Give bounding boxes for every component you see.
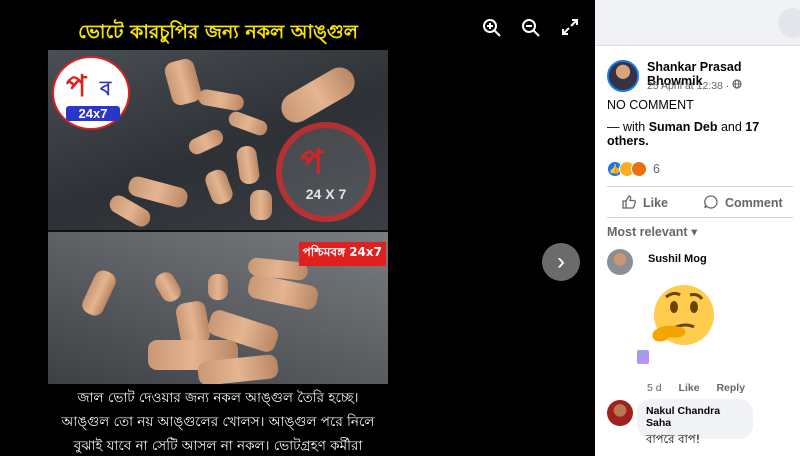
finger-shape [246,272,320,312]
channel-badge: পশ্চিমবঙ্গ 24x7 [298,242,386,266]
with-and: and [720,120,742,134]
finger-shape [196,88,246,112]
globe-icon [732,79,742,92]
finger-shape [208,274,228,300]
next-photo-button[interactable]: › [542,243,580,281]
menu-button[interactable] [778,8,800,38]
post-text: NO COMMENT [607,98,694,112]
comment-label: Comment [725,196,783,210]
hand-shape [275,62,361,128]
finger-shape [235,144,261,186]
comment-sort-dropdown[interactable]: Most relevant ▾ [607,224,697,239]
sort-label: Most relevant [607,225,688,239]
sticker-badge-icon [637,350,649,364]
photo-title-text: ভোটে কারচুপির জন্য নকল আঙ্গুল [48,14,388,50]
like-label: Like [643,196,669,210]
panel-top-bar [595,0,800,46]
avatar[interactable] [607,400,633,426]
logo-text: 24x7 [66,106,120,121]
caption-line: জাল ভোট দেওয়ার জন্য নকল আঙ্গুল তৈরি হচ্… [77,390,359,406]
comment-like-button[interactable]: Like [679,382,700,394]
thinking-face-sticker [640,279,720,359]
watermark-letter: প [300,143,324,181]
post-date-text: 25 April at 12:38 [647,80,723,92]
comment-time[interactable]: 5 d [647,382,662,394]
divider [607,186,793,187]
caption-line: আঙ্গুল তো নয় আঙ্গুলের খোলস। আঙ্গুল পরে … [61,414,375,430]
comment-author[interactable]: Sushil Mog [648,253,707,265]
reaction-summary[interactable]: 👍 6 [607,160,660,178]
avatar[interactable] [607,60,639,92]
zoom-in-icon[interactable] [481,18,503,40]
watermark-text: 24 X 7 [305,186,347,202]
with-prefix: — with [607,120,646,134]
comment-bubble: Nakul Chandra Saha বাপরে বাপ! [637,399,753,446]
finger-shape [226,109,270,138]
fullscreen-icon[interactable] [559,18,581,40]
post-side-panel: Shankar Prasad Bhowmik 25 April at 12:38… [595,0,800,456]
tagged-people: — with Suman Deb and 17 others. [607,120,800,148]
chevron-right-icon: › [557,248,565,275]
finger-shape [186,127,226,157]
photo-viewer: ভোটে কারচুপির জন্য নকল আঙ্গুল প ব 24x7 প… [0,0,595,456]
finger-shape [162,56,204,108]
photo-top-image: প ব 24x7 প 24 X 7 [48,50,388,230]
watermark-logo: প 24 X 7 [276,122,376,222]
caret-down-icon: ▾ [691,225,698,239]
comment-icon [703,194,725,213]
post-photo[interactable]: ভোটে কারচুপির জন্য নকল আঙ্গুল প ব 24x7 প… [48,14,388,456]
tagged-person-link[interactable]: Suman Deb [649,120,718,134]
post-date[interactable]: 25 April at 12:38 · [647,79,742,92]
photo-caption: জাল ভোট দেওয়ার জন্য নকল আঙ্গুল তৈরি হচ্… [48,384,388,456]
zoom-out-icon[interactable] [520,18,542,40]
comment-reply-button[interactable]: Reply [716,382,745,394]
channel-logo: প ব 24x7 [52,56,130,130]
caption-line: বুঝাই যাবে না সেটি আসল না নকল। ভোটগ্রহণ … [73,438,363,454]
comment-meta: 5 d Like Reply [647,382,759,394]
avatar[interactable] [607,249,633,275]
comment-button[interactable]: Comment [703,193,783,213]
finger-shape [202,167,236,207]
finger-shape [250,190,272,220]
logo-letter-2: ব [100,78,112,100]
angry-reaction-icon [631,161,647,177]
finger-shape [151,269,185,305]
like-button[interactable]: Like [621,193,668,213]
comment-text: বাপরে বাপ! [646,432,701,446]
reaction-count: 6 [653,162,660,176]
divider [607,217,793,218]
thumbs-up-icon [621,194,643,213]
comment-author[interactable]: Nakul Chandra Saha [646,405,744,429]
finger-shape [79,267,119,319]
